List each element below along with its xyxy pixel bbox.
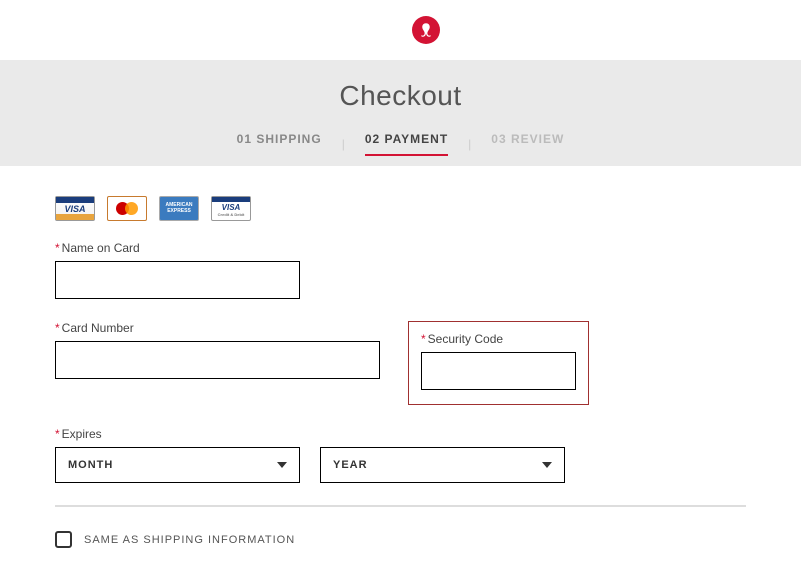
step-review[interactable]: 03 REVIEW	[491, 132, 564, 156]
name-on-card-input[interactable]	[55, 261, 300, 299]
step-divider: |	[468, 137, 471, 151]
accepted-cards: VISA AMERICAN EXPRESS VISACredit & Debit	[55, 196, 746, 221]
step-shipping[interactable]: 01 SHIPPING	[237, 132, 322, 156]
same-as-shipping-row: SAME AS SHIPPING INFORMATION	[55, 531, 746, 548]
step-divider: |	[342, 137, 345, 151]
expires-month-select[interactable]: MONTH	[55, 447, 300, 483]
expires-selects: MONTH YEAR	[55, 447, 746, 483]
visa-icon: VISA	[55, 196, 95, 221]
expires-month-value: MONTH	[68, 459, 113, 471]
step-payment[interactable]: 02 PAYMENT	[365, 132, 448, 156]
card-number-label: *Card Number	[55, 321, 380, 335]
security-code-label: *Security Code	[421, 332, 576, 346]
expires-year-select[interactable]: YEAR	[320, 447, 565, 483]
chevron-down-icon	[277, 462, 287, 468]
visa-debit-icon: VISACredit & Debit	[211, 196, 251, 221]
security-code-input[interactable]	[421, 352, 576, 390]
expires-year-value: YEAR	[333, 459, 368, 471]
checkout-steps-header: Checkout 01 SHIPPING | 02 PAYMENT | 03 R…	[0, 60, 801, 166]
mastercard-icon	[107, 196, 147, 221]
brand-logo[interactable]	[412, 16, 440, 44]
card-number-input[interactable]	[55, 341, 380, 379]
same-as-shipping-label: SAME AS SHIPPING INFORMATION	[84, 534, 295, 546]
expires-row: *Expires MONTH YEAR	[55, 427, 746, 483]
section-divider	[55, 505, 746, 507]
card-number-group: *Card Number	[55, 321, 380, 379]
header	[0, 0, 801, 60]
lululemon-icon	[417, 21, 435, 39]
name-on-card-label: *Name on Card	[55, 241, 746, 255]
security-code-block: *Security Code	[408, 321, 589, 405]
name-on-card-row: *Name on Card	[55, 241, 746, 299]
same-as-shipping-checkbox[interactable]	[55, 531, 72, 548]
amex-icon: AMERICAN EXPRESS	[159, 196, 199, 221]
expires-label: *Expires	[55, 427, 746, 441]
steps-nav: 01 SHIPPING | 02 PAYMENT | 03 REVIEW	[0, 132, 801, 166]
chevron-down-icon	[542, 462, 552, 468]
page-title: Checkout	[0, 80, 801, 112]
payment-form: VISA AMERICAN EXPRESS VISACredit & Debit…	[0, 166, 801, 578]
card-number-security-row: *Card Number *Security Code	[55, 321, 746, 405]
